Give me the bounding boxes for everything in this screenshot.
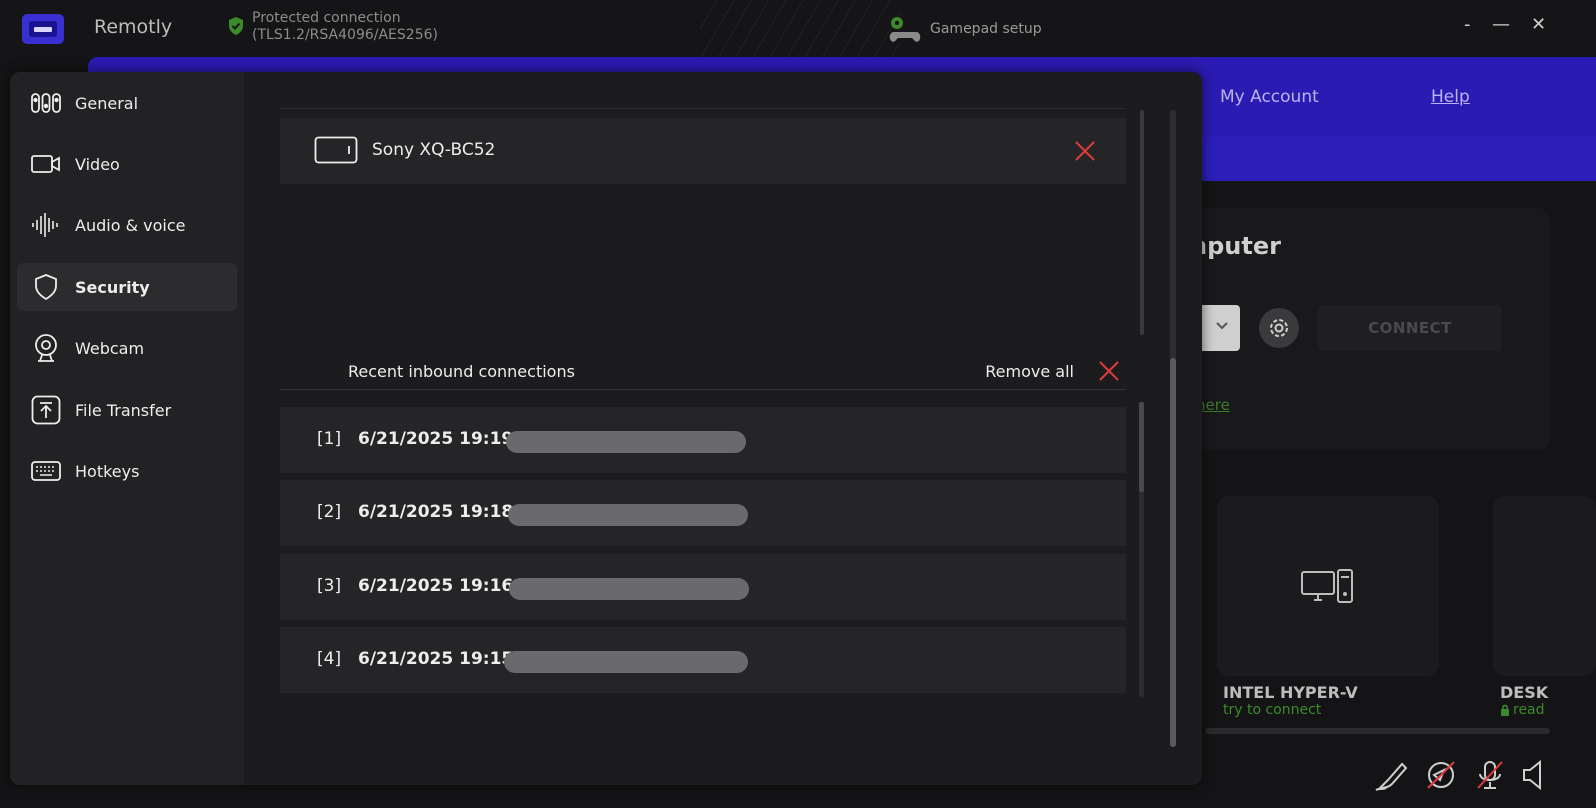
audio-wave-icon — [31, 210, 61, 240]
remove-all-button[interactable]: Remove all — [985, 362, 1074, 381]
connections-scrollbar[interactable] — [1139, 402, 1144, 697]
divider — [280, 108, 1126, 109]
desktop-computer-icon — [1301, 569, 1353, 603]
connection-row: [4] 6/21/2025 19:15 — [280, 627, 1126, 693]
redacted-address — [504, 651, 748, 673]
sidebar-item-general[interactable]: General — [17, 79, 237, 127]
gamepad-setup-label: Gamepad setup — [930, 21, 1042, 37]
connection-row: [3] 6/21/2025 19:16 — [280, 554, 1126, 620]
nav-my-account[interactable]: My Account — [1220, 87, 1319, 107]
shield-icon — [31, 272, 61, 302]
redacted-address — [506, 431, 746, 453]
computer-card-status: read — [1500, 702, 1545, 718]
connection-settings-button[interactable] — [1259, 308, 1299, 348]
sidebar-item-label: Hotkeys — [75, 461, 140, 481]
connect-button[interactable]: CONNECT — [1318, 305, 1502, 351]
close-window-button[interactable]: ✕ — [1531, 14, 1546, 35]
title-bar: Remotly Protected connection (TLS1.2/RSA… — [0, 0, 1596, 58]
device-list-scrollbar[interactable] — [1140, 110, 1144, 335]
remove-all-icon[interactable] — [1098, 360, 1120, 382]
sidebar-item-security[interactable]: Security — [17, 263, 237, 311]
shield-check-icon — [229, 17, 243, 35]
recent-connections-header: Recent inbound connections Remove all — [280, 352, 1126, 390]
connections-scrollbar-thumb[interactable] — [1139, 402, 1144, 492]
gamepad-setup-button[interactable]: Gamepad setup — [888, 14, 1042, 44]
app-logo-icon — [22, 14, 64, 44]
connection-time: 6/21/2025 19:18 — [358, 502, 514, 522]
computer-card-status: try to connect — [1223, 702, 1322, 718]
maximize-button[interactable]: — — [1492, 14, 1510, 35]
trusted-device-row: Sony XQ-BC52 — [280, 118, 1126, 184]
settings-sidebar: General Video Audio & voice Security Web… — [10, 72, 244, 785]
title-decoration — [700, 0, 900, 58]
sidebar-item-hotkeys[interactable]: Hotkeys — [17, 447, 237, 495]
connection-index: [1] — [317, 429, 342, 449]
sidebar-item-label: Audio & voice — [75, 215, 186, 235]
sidebar-item-label: File Transfer — [75, 400, 172, 420]
connect-panel-heading: nputer — [1190, 232, 1281, 260]
keyboard-icon — [31, 456, 61, 486]
minimize-button[interactable]: - — [1464, 14, 1471, 35]
sliders-icon — [31, 88, 61, 118]
security-settings-content: Sony XQ-BC52 Recent inbound connections … — [244, 72, 1202, 785]
sidebar-item-label: Webcam — [75, 338, 145, 358]
computer-card-title: DESK — [1500, 683, 1549, 702]
connection-time: 6/21/2025 19:16 — [358, 576, 514, 596]
connection-status: Protected connection (TLS1.2/RSA4096/AES… — [228, 10, 438, 44]
computer-card-title: INTEL HYPER-V — [1223, 683, 1358, 702]
nav-help[interactable]: Help — [1431, 87, 1470, 107]
sidebar-item-label: General — [75, 93, 139, 113]
sidebar-item-audio-voice[interactable]: Audio & voice — [17, 201, 237, 249]
gamepad-gear-icon — [889, 17, 921, 42]
connection-row: [2] 6/21/2025 19:18 — [280, 480, 1126, 546]
webcam-icon — [31, 333, 61, 363]
trusted-device-name: Sony XQ-BC52 — [372, 140, 496, 160]
computer-card-status-text: read — [1513, 702, 1545, 718]
connection-status-line2: (TLS1.2/RSA4096/AES256) — [252, 27, 438, 43]
redacted-address — [508, 504, 748, 526]
redacted-address — [509, 578, 749, 600]
sidebar-item-label: Security — [75, 277, 150, 297]
pen-icon[interactable] — [1374, 758, 1412, 792]
sidebar-item-label: Video — [75, 154, 120, 174]
remove-device-button[interactable] — [1074, 140, 1096, 162]
connection-index: [2] — [317, 502, 342, 522]
computer-card-desk[interactable] — [1493, 496, 1596, 676]
content-scrollbar[interactable] — [1170, 110, 1176, 747]
muted-microphone-icon[interactable] — [1474, 758, 1506, 792]
recent-connections-title: Recent inbound connections — [348, 362, 575, 381]
chevron-down-icon — [1216, 322, 1228, 330]
upload-icon — [31, 395, 61, 425]
no-view-icon[interactable] — [1424, 758, 1458, 792]
settings-dialog: General Video Audio & voice Security Web… — [10, 72, 1202, 785]
video-camera-icon — [31, 149, 61, 179]
cards-scrollbar[interactable] — [1205, 728, 1550, 734]
gear-icon — [1270, 319, 1288, 337]
app-window: Remotly Protected connection (TLS1.2/RSA… — [0, 0, 1596, 808]
connection-index: [3] — [317, 576, 342, 596]
sidebar-item-video[interactable]: Video — [17, 140, 237, 188]
sidebar-item-file-transfer[interactable]: File Transfer — [17, 386, 237, 434]
sidebar-item-webcam[interactable]: Webcam — [17, 324, 237, 372]
connection-time: 6/21/2025 19:19 — [358, 429, 514, 449]
connection-index: [4] — [317, 649, 342, 669]
connection-row: [1] 6/21/2025 19:19 — [280, 407, 1126, 473]
lock-icon — [1501, 704, 1509, 716]
app-title: Remotly — [94, 16, 173, 38]
connection-status-line1: Protected connection — [252, 10, 401, 26]
tv-icon — [314, 136, 358, 164]
speaker-icon[interactable] — [1520, 758, 1548, 792]
content-scrollbar-thumb[interactable] — [1170, 358, 1176, 747]
connection-time: 6/21/2025 19:15 — [358, 649, 514, 669]
